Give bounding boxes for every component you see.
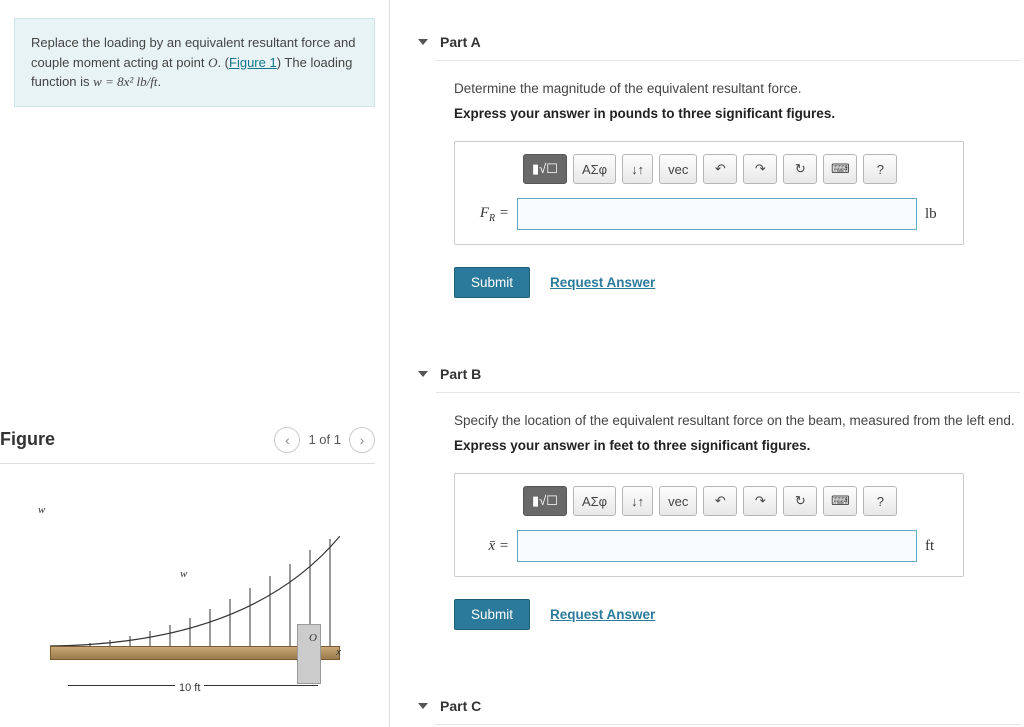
part-a-buttons: Submit Request Answer (454, 267, 1020, 298)
part-a-prompt: Determine the magnitude of the equivalen… (454, 81, 1020, 96)
part-a-answer-input[interactable] (517, 198, 917, 230)
x-label: x (336, 646, 341, 658)
part-b-input-row: x̄ = ft (469, 530, 949, 562)
part-a-instruction: Express your answer in pounds to three s… (454, 106, 1020, 121)
figure-title: Figure (0, 429, 55, 450)
part-a-variable: FR = (469, 205, 509, 224)
part-a-submit-button[interactable]: Submit (454, 267, 530, 298)
part-b-answer-box: ▮√☐ ΑΣφ ↓↑ vec ↶ ↷ ↻ ⌨ ? x̄ = ft (454, 473, 964, 577)
help-button[interactable]: ? (863, 154, 897, 184)
part-c-header[interactable]: Part C (436, 688, 1020, 725)
keyboard-button[interactable]: ⌨ (823, 486, 857, 516)
part-a-body: Determine the magnitude of the equivalen… (436, 61, 1020, 298)
part-a-unit: lb (925, 206, 949, 223)
dimension-label: 10 ft (175, 682, 204, 694)
part-c-title: Part C (440, 698, 481, 714)
part-a-request-answer-link[interactable]: Request Answer (550, 275, 655, 290)
part-b-prompt: Specify the location of the equivalent r… (454, 413, 1020, 428)
keyboard-button[interactable]: ⌨ (823, 154, 857, 184)
undo-button[interactable]: ↶ (703, 486, 737, 516)
part-b-instruction: Express your answer in feet to three sig… (454, 438, 1020, 453)
subscript-button[interactable]: ↓↑ (622, 486, 653, 516)
figure-diagram: 10 ft w w O x (20, 504, 369, 704)
part-c-section: Part C (390, 688, 1024, 725)
figure-divider (0, 463, 375, 464)
caret-down-icon (418, 39, 428, 45)
reset-button[interactable]: ↻ (783, 486, 817, 516)
templates-button[interactable]: ▮√☐ (523, 154, 567, 184)
greek-button[interactable]: ΑΣφ (573, 154, 616, 184)
greek-button[interactable]: ΑΣφ (573, 486, 616, 516)
part-b-section: Part B Specify the location of the equiv… (390, 356, 1024, 630)
part-a-toolbar: ▮√☐ ΑΣφ ↓↑ vec ↶ ↷ ↻ ⌨ ? (523, 154, 949, 184)
subscript-button[interactable]: ↓↑ (622, 154, 653, 184)
vec-button[interactable]: vec (659, 486, 697, 516)
o-label: O (309, 632, 317, 644)
loading-equation: w = 8x² lb/ft (93, 74, 157, 89)
figure-next-button[interactable]: › (349, 427, 375, 453)
undo-button[interactable]: ↶ (703, 154, 737, 184)
w-label-mid: w (180, 568, 187, 580)
part-b-unit: ft (925, 538, 949, 555)
problem-statement: Replace the loading by an equivalent res… (14, 18, 375, 107)
part-a-input-row: FR = lb (469, 198, 949, 230)
part-b-header[interactable]: Part B (436, 356, 1020, 393)
caret-down-icon (418, 703, 428, 709)
templates-button[interactable]: ▮√☐ (523, 486, 567, 516)
figure-link[interactable]: Figure 1 (229, 55, 277, 70)
part-b-toolbar: ▮√☐ ΑΣφ ↓↑ vec ↶ ↷ ↻ ⌨ ? (523, 486, 949, 516)
figure-prev-button[interactable]: ‹ (274, 427, 300, 453)
right-panel: Part A Determine the magnitude of the eq… (390, 0, 1024, 727)
part-b-buttons: Submit Request Answer (454, 599, 1020, 630)
part-a-section: Part A Determine the magnitude of the eq… (390, 24, 1024, 298)
help-button[interactable]: ? (863, 486, 897, 516)
part-b-body: Specify the location of the equivalent r… (436, 393, 1020, 630)
figure-pager-text: 1 of 1 (308, 432, 341, 447)
part-a-header[interactable]: Part A (436, 24, 1020, 61)
vec-button[interactable]: vec (659, 154, 697, 184)
figure-header: Figure ‹ 1 of 1 › (0, 427, 375, 453)
part-a-title: Part A (440, 34, 481, 50)
part-b-request-answer-link[interactable]: Request Answer (550, 607, 655, 622)
part-b-answer-input[interactable] (517, 530, 917, 562)
part-b-submit-button[interactable]: Submit (454, 599, 530, 630)
left-panel: Replace the loading by an equivalent res… (0, 0, 390, 727)
part-b-variable: x̄ = (469, 538, 509, 555)
part-a-answer-box: ▮√☐ ΑΣφ ↓↑ vec ↶ ↷ ↻ ⌨ ? FR = lb (454, 141, 964, 245)
part-b-title: Part B (440, 366, 481, 382)
redo-button[interactable]: ↷ (743, 154, 777, 184)
w-label-top: w (38, 504, 45, 516)
redo-button[interactable]: ↷ (743, 486, 777, 516)
caret-down-icon (418, 371, 428, 377)
reset-button[interactable]: ↻ (783, 154, 817, 184)
figure-pager: ‹ 1 of 1 › (274, 427, 375, 453)
